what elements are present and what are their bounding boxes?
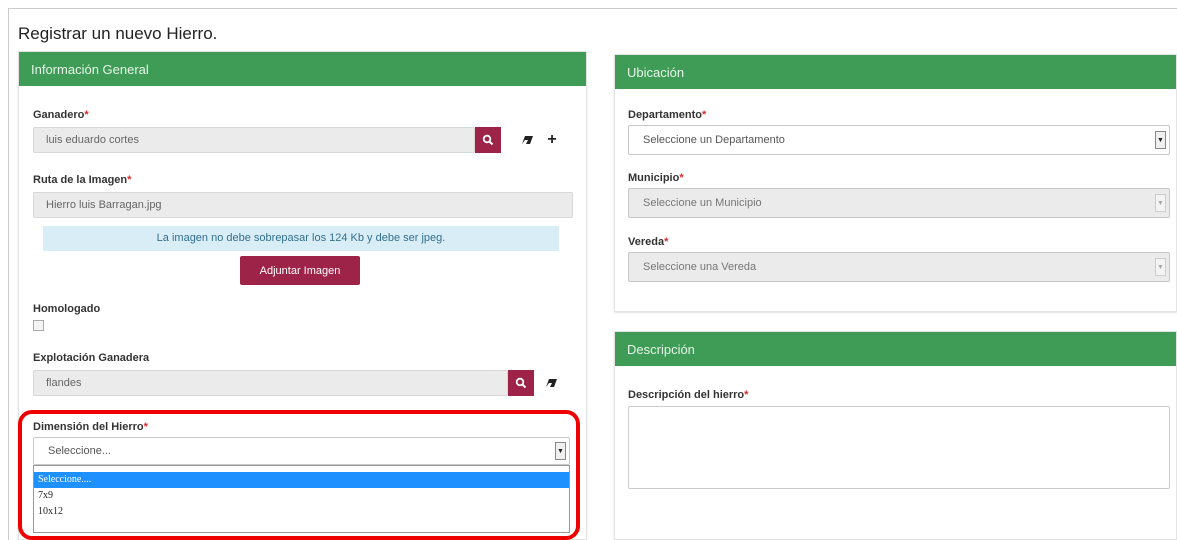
vereda-select[interactable]: Seleccione una Vereda ▼ <box>628 252 1170 282</box>
general-info-header: Información General <box>19 52 586 86</box>
homologado-checkbox[interactable] <box>33 320 44 331</box>
attach-image-button[interactable]: Adjuntar Imagen <box>240 256 360 285</box>
ruta-label: Ruta de la Imagen* <box>33 174 132 186</box>
municipio-select-value: Seleccione un Municipio <box>643 197 762 209</box>
descripcion-label: Descripción del hierro* <box>628 389 749 401</box>
homologado-label: Homologado <box>33 303 101 315</box>
image-info-alert: La imagen no debe sobrepasar los 124 Kb … <box>43 226 559 251</box>
search-icon <box>482 134 494 146</box>
ganadero-search-button[interactable] <box>475 127 501 153</box>
vereda-select-value: Seleccione una Vereda <box>643 261 757 273</box>
dimension-dropdown-list: Seleccione.... 7x9 10x12 <box>33 465 570 533</box>
chevron-down-icon[interactable]: ▼ <box>555 442 566 460</box>
dropdown-option[interactable]: 7x9 <box>34 488 569 504</box>
eraser-icon <box>521 136 533 144</box>
ubicacion-header: Ubicación <box>615 55 1176 89</box>
dropdown-option[interactable]: 10x12 <box>34 504 569 520</box>
explotacion-search-button[interactable] <box>508 370 534 396</box>
ganadero-clear-button[interactable] <box>516 127 538 153</box>
ganadero-label: Ganadero* <box>33 109 89 121</box>
departamento-select-value: Seleccione un Departamento <box>643 134 785 146</box>
municipio-label: Municipio* <box>628 172 684 184</box>
dimension-label: Dimensión del Hierro* <box>33 421 148 433</box>
descripcion-textarea[interactable] <box>628 406 1170 489</box>
ganadero-add-button[interactable]: + <box>541 127 563 153</box>
explotacion-clear-button[interactable] <box>540 370 562 396</box>
departamento-label: Departamento* <box>628 109 707 121</box>
municipio-select[interactable]: Seleccione un Municipio ▼ <box>628 188 1170 218</box>
dropdown-option[interactable]: Seleccione.... <box>34 472 569 488</box>
frame-border-top <box>8 8 1177 9</box>
plus-icon: + <box>547 131 557 148</box>
explotacion-input[interactable]: flandes <box>33 370 508 396</box>
ganadero-input[interactable]: luis eduardo cortes <box>33 127 475 153</box>
dimension-select-value: Seleccione... <box>48 445 111 457</box>
eraser-icon <box>545 379 557 387</box>
explotacion-label: Explotación Ganadera <box>33 352 150 364</box>
chevron-down-icon[interactable]: ▼ <box>1155 131 1166 149</box>
descripcion-header: Descripción <box>615 332 1176 366</box>
frame-border-left <box>8 8 9 540</box>
departamento-select[interactable]: Seleccione un Departamento ▼ <box>628 125 1170 155</box>
chevron-down-icon: ▼ <box>1155 194 1166 212</box>
ruta-input[interactable]: Hierro luis Barragan.jpg <box>33 192 573 218</box>
dimension-select[interactable]: Seleccione... ▼ <box>33 437 570 465</box>
page-title: Registrar un nuevo Hierro. <box>18 24 218 43</box>
chevron-down-icon: ▼ <box>1155 258 1166 276</box>
search-icon <box>515 377 527 389</box>
vereda-label: Vereda* <box>628 236 669 248</box>
